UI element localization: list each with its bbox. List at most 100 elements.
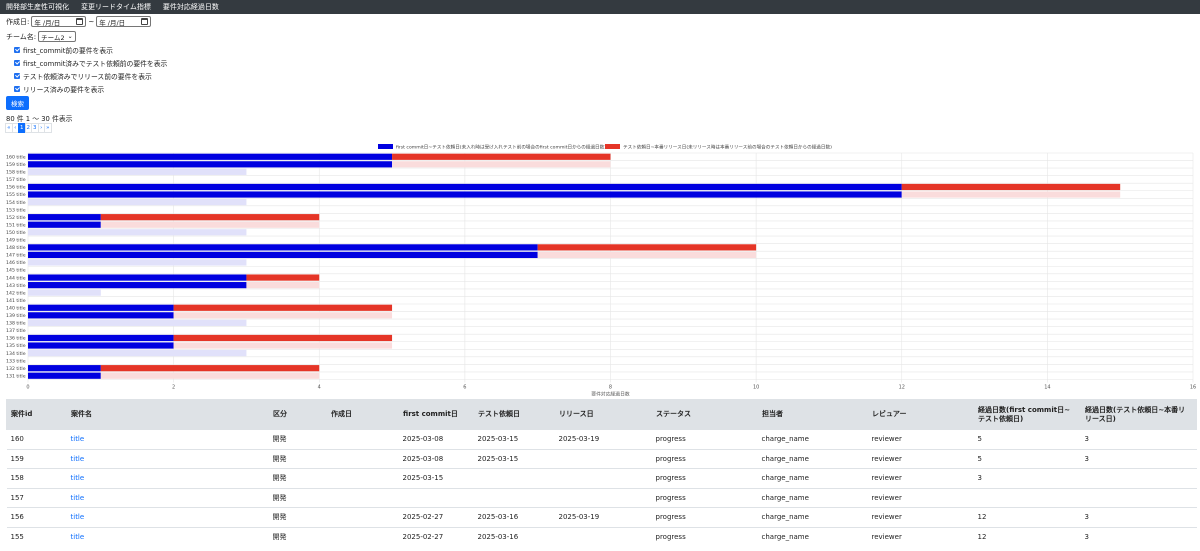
title-link[interactable]: title — [66, 526, 269, 547]
table-cell: 2025-03-15 — [473, 429, 555, 449]
bar-first-commit-to-test — [28, 183, 902, 191]
y-category-label: 145 title — [6, 268, 26, 274]
table-cell: 155 — [6, 526, 67, 547]
date-filter-row: 作成日: 年 /月/日 ~ 年 /月/日 — [6, 16, 152, 27]
table-cell: charge_name — [757, 448, 868, 469]
checkbox-pre-test-request[interactable]: first_commit済みでテスト依頼前の要件を表示 — [14, 58, 167, 68]
y-category-label: 141 title — [6, 298, 26, 304]
legend-swatch-first-commit — [378, 144, 393, 149]
checkbox-checked-icon[interactable] — [14, 73, 20, 79]
table-cell: 2025-03-16 — [473, 507, 555, 527]
title-link[interactable]: title — [66, 487, 269, 508]
checkbox-released[interactable]: リリース済みの要件を表示 — [14, 84, 104, 94]
x-tick-label: 6 — [463, 385, 466, 391]
bar-first-commit-to-test — [28, 191, 902, 198]
y-category-label: 154 title — [6, 200, 26, 206]
table-cell: 2025-02-27 — [398, 507, 474, 527]
nav-item-elapsed-days[interactable]: 要件対応経過日数 — [163, 2, 219, 12]
team-select[interactable]: チーム2 ⌄ — [38, 31, 76, 42]
checkbox-checked-icon[interactable] — [14, 60, 20, 66]
column-header: リリース日 — [554, 399, 652, 430]
bar-test-to-release — [173, 312, 393, 319]
table-cell: 12 — [973, 526, 1081, 547]
bar-test-to-release — [100, 372, 320, 379]
elapsed-days-chart: first commit日~テスト依頼日(未入れ時は受け入れテスト前の場合のfi… — [6, 144, 1196, 398]
column-header: 経過日数(first commit日~テスト依頼日) — [973, 399, 1081, 430]
bar-first-commit-to-test — [28, 342, 174, 349]
bar-test-to-release — [173, 342, 393, 349]
table-cell: reviewer — [867, 429, 974, 449]
x-tick-label: 0 — [26, 385, 29, 391]
nav-item-productivity[interactable]: 開発部生産性可視化 — [6, 2, 69, 12]
title-link[interactable]: title — [66, 468, 269, 488]
bar-first-commit-to-test — [28, 365, 101, 372]
bar-first-commit-to-test — [28, 372, 101, 379]
bar-first-commit-to-test — [28, 304, 174, 311]
y-category-label: 144 title — [6, 275, 26, 281]
date-to-input[interactable]: 年 /月/日 — [96, 16, 152, 27]
table-cell: 2025-03-15 — [398, 468, 474, 488]
title-link[interactable]: title — [66, 448, 269, 469]
table-cell: 開発 — [268, 487, 327, 508]
table-cell: progress — [651, 448, 758, 469]
x-tick-label: 12 — [899, 385, 905, 391]
table-cell — [326, 487, 399, 508]
table-cell: reviewer — [867, 507, 974, 527]
table-cell: charge_name — [757, 429, 868, 449]
table-cell: charge_name — [757, 507, 868, 527]
bar-test-to-release — [392, 161, 611, 168]
column-header: テスト依頼日 — [473, 399, 555, 430]
search-button[interactable]: 検索 — [6, 96, 29, 110]
calendar-icon[interactable] — [76, 18, 84, 25]
table-cell: 2025-03-08 — [398, 448, 474, 469]
table-cell: 5 — [973, 448, 1081, 469]
bar-first-commit-to-test — [28, 282, 247, 289]
y-category-label: 147 title — [6, 253, 26, 259]
y-category-label: 136 title — [6, 336, 26, 342]
table-cell — [326, 448, 399, 469]
bar-first-commit-to-test — [28, 251, 538, 259]
table-cell: 3 — [1080, 526, 1197, 547]
bar-test-to-release — [901, 191, 1121, 198]
y-category-label: 160 title — [6, 154, 26, 160]
checkbox-checked-icon[interactable] — [14, 47, 20, 53]
x-tick-label: 16 — [1190, 385, 1196, 391]
title-link[interactable]: title — [66, 507, 269, 527]
bar-pending — [28, 289, 101, 296]
date-from-input[interactable]: 年 /月/日 — [31, 16, 87, 27]
checkbox-checked-icon[interactable] — [14, 86, 20, 92]
bar-first-commit-to-test — [28, 312, 174, 319]
table-row: 160 title 開発 2025-03-08 2025-03-15 2025-03-19… — [6, 429, 1197, 449]
column-header: 案件名 — [66, 399, 269, 430]
checkbox-pre-release[interactable]: テスト依頼済みでリリース前の要件を表示 — [14, 71, 152, 81]
x-tick-label: 4 — [318, 385, 321, 391]
table-cell: 2025-03-15 — [473, 448, 555, 469]
bar-test-to-release — [537, 251, 757, 259]
y-category-label: 135 title — [6, 343, 26, 349]
table-row: 159 title 開発 2025-03-08 2025-03-15 progress ch… — [6, 448, 1197, 469]
page-link[interactable]: » — [44, 123, 52, 133]
checkbox-pre-first-commit[interactable]: first_commit前の要件を表示 — [14, 45, 113, 55]
table-cell: charge_name — [757, 487, 868, 508]
nav-item-lead-time[interactable]: 変更リードタイム指標 — [81, 2, 151, 12]
x-tick-label: 14 — [1044, 385, 1050, 391]
table-cell — [473, 487, 555, 508]
legend-label-first-commit: first commit日~テスト依頼日(未入れ時は受け入れテスト前の場合のfi… — [396, 144, 606, 151]
table-cell: progress — [651, 507, 758, 527]
y-category-label: 158 title — [6, 170, 26, 176]
column-header: 経過日数(テスト依頼日~本番リリース日) — [1080, 399, 1197, 430]
table-row: 155 title 開発 2025-02-27 2025-03-16 progress ch… — [6, 526, 1197, 547]
column-header: 案件id — [6, 399, 67, 430]
y-category-label: 156 title — [6, 185, 26, 191]
table-cell — [326, 507, 399, 527]
bar-first-commit-to-test — [28, 153, 393, 160]
chevron-down-icon: ⌄ — [67, 33, 73, 40]
bar-pending — [28, 198, 247, 206]
y-category-label: 150 title — [6, 230, 26, 236]
table-cell: progress — [651, 487, 758, 508]
title-link[interactable]: title — [66, 429, 269, 449]
x-tick-label: 2 — [172, 385, 175, 391]
table-row: 157 title 開発 progress charge_name reviewer — [6, 487, 1197, 508]
column-header: ステータス — [651, 399, 758, 430]
calendar-icon[interactable] — [141, 18, 149, 25]
